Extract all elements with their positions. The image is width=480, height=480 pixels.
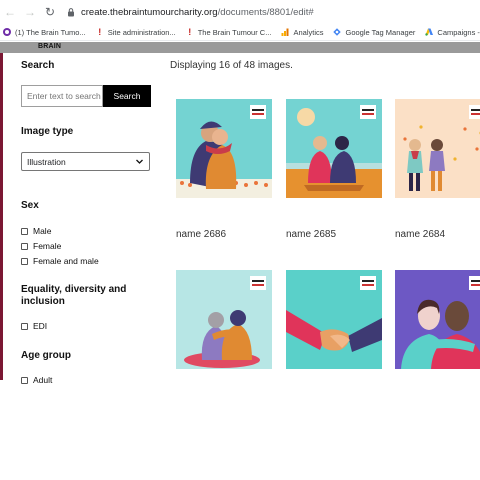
- image-thumbnail[interactable]: [395, 99, 480, 198]
- image-type-selected: Illustration: [27, 156, 66, 167]
- image-card[interactable]: [176, 270, 272, 369]
- age-option-adult[interactable]: Adult: [21, 375, 52, 385]
- google-ads-icon: [425, 28, 434, 36]
- image-card[interactable]: name 2684: [395, 99, 480, 240]
- image-type-select[interactable]: Illustration: [21, 152, 150, 171]
- analytics-icon: [281, 28, 289, 36]
- reload-icon[interactable]: ↻: [40, 2, 60, 22]
- image-thumbnail[interactable]: [286, 99, 382, 198]
- image-card[interactable]: name 2686: [176, 99, 272, 240]
- tag-manager-icon: [333, 28, 342, 36]
- search-button[interactable]: Search: [103, 85, 151, 107]
- checkbox[interactable]: [21, 257, 28, 265]
- site-logo[interactable]: BRAIN: [38, 43, 61, 51]
- edi-heading-line1: Equality, diversity and: [21, 284, 127, 295]
- chevron-down-icon: [136, 159, 143, 164]
- image-card[interactable]: [395, 270, 480, 369]
- image-thumbnail[interactable]: [176, 99, 272, 198]
- browser-toolbar: ← → ↻ create.thebraintumourcharity.org/d…: [0, 0, 480, 24]
- bookmark-tag-manager[interactable]: Google Tag Manager: [333, 28, 415, 37]
- checkbox[interactable]: [21, 242, 28, 250]
- image-name: name 2686: [176, 229, 227, 240]
- forward-arrow-icon[interactable]: →: [20, 2, 40, 22]
- logo-text: BRAIN: [38, 43, 62, 50]
- lock-icon: [68, 8, 74, 17]
- age-group-heading: Age group: [21, 350, 71, 361]
- url-host: create.thebraintumourcharity.org: [81, 6, 218, 18]
- edi-heading: Equality, diversity and inclusion: [21, 284, 126, 308]
- sex-option-male[interactable]: Male: [21, 226, 51, 236]
- checkbox[interactable]: [21, 322, 28, 330]
- bookmark-label: Campaigns - Br: [437, 27, 480, 37]
- sex-heading: Sex: [21, 200, 39, 211]
- search-heading: Search: [21, 60, 55, 71]
- edi-heading-line2: inclusion: [21, 296, 65, 307]
- checkbox[interactable]: [21, 227, 28, 235]
- image-thumbnail[interactable]: [395, 270, 480, 369]
- bookmark-brain-tumour-charity[interactable]: ! The Brain Tumour C...: [186, 27, 272, 37]
- search-input[interactable]: [21, 85, 103, 107]
- checkbox-label: EDI: [33, 321, 48, 331]
- search-row: Search: [21, 85, 151, 107]
- bookmark-label: The Brain Tumour C...: [197, 27, 272, 37]
- image-thumbnail[interactable]: [176, 270, 272, 369]
- checkbox-label: Female and male: [33, 256, 99, 266]
- bookmark-label: Google Tag Manager: [345, 27, 416, 37]
- url-path: /documents/8801/edit#: [217, 6, 314, 18]
- tab-favicon: [3, 28, 11, 36]
- back-arrow-icon[interactable]: ←: [0, 2, 20, 22]
- bookmark-site-admin[interactable]: ! Site administration...: [96, 27, 176, 37]
- sex-option-female[interactable]: Female: [21, 241, 61, 251]
- bookmark-campaigns[interactable]: Campaigns - Br: [425, 28, 480, 37]
- checkbox-label: Male: [33, 226, 52, 236]
- bookmark-label: Site administration...: [107, 27, 176, 37]
- bookmark-label: (1) The Brain Tumo...: [15, 27, 86, 37]
- edi-option[interactable]: EDI: [21, 321, 47, 331]
- image-card[interactable]: name 2685: [286, 99, 382, 240]
- results-count: Displaying 16 of 48 images.: [170, 60, 293, 71]
- exclamation-icon: !: [98, 27, 102, 37]
- checkbox-label: Adult: [33, 375, 53, 385]
- address-bar[interactable]: create.thebraintumourcharity.org/documen…: [66, 3, 476, 21]
- image-card[interactable]: [286, 270, 382, 369]
- bookmark-brain-tumour[interactable]: (1) The Brain Tumo...: [3, 28, 86, 37]
- image-type-heading: Image type: [21, 126, 74, 137]
- bookmark-label: Analytics: [293, 27, 324, 37]
- bookmark-analytics[interactable]: Analytics: [281, 28, 323, 37]
- site-header-strip: [0, 42, 480, 53]
- sex-option-female-and-male[interactable]: Female and male: [21, 256, 99, 266]
- image-thumbnail[interactable]: [286, 270, 382, 369]
- image-name: name 2684: [395, 229, 446, 240]
- exclamation-icon: !: [188, 27, 192, 37]
- bookmarks-bar: (1) The Brain Tumo... ! Site administrat…: [0, 24, 480, 41]
- checkbox[interactable]: [21, 376, 28, 384]
- accent-bar: [0, 53, 3, 380]
- image-name: name 2685: [286, 229, 337, 240]
- checkbox-label: Female: [33, 241, 62, 251]
